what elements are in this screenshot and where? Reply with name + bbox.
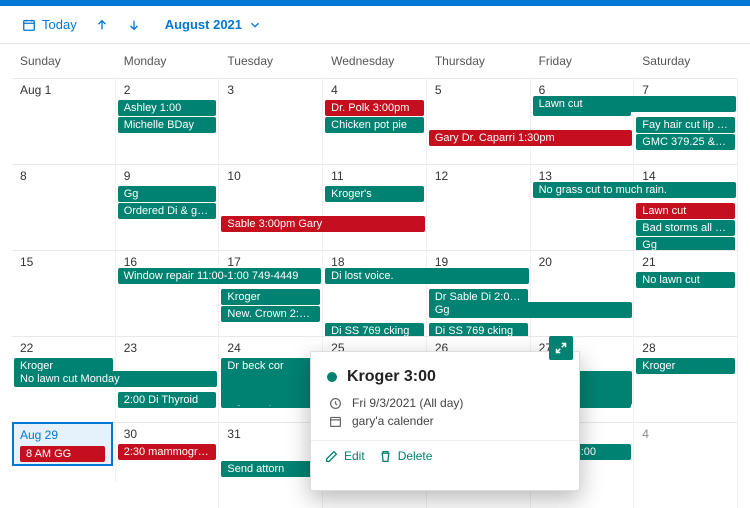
day-cell[interactable]: 20 <box>531 250 635 336</box>
today-label: Today <box>42 17 77 32</box>
day-cell[interactable]: 30 2:30 mammogram Di <box>116 422 220 508</box>
event-span[interactable]: Gary Dr. Caparri 1:30pm <box>429 130 632 146</box>
today-button[interactable]: Today <box>16 13 83 36</box>
day-headers: Sunday Monday Tuesday Wednesday Thursday… <box>12 44 738 78</box>
day-cell[interactable]: 13 <box>531 164 635 250</box>
popup-title: Kroger 3:00 <box>347 368 436 386</box>
event-span[interactable]: Di lost voice. <box>325 268 528 284</box>
delete-button[interactable]: Delete <box>379 449 433 463</box>
day-cell[interactable]: 7 Fay hair cut lip waxing GMC 379.25 & V… <box>634 78 738 164</box>
day-cell[interactable]: 12 <box>427 164 531 250</box>
event[interactable]: New. Crown 2:00 Amen <box>221 306 320 322</box>
event[interactable]: Di SS 769 cking <box>429 323 528 336</box>
day-header: Saturday <box>634 44 738 78</box>
event[interactable]: Ordered Di & gar frames <box>118 203 217 219</box>
event-span[interactable]: Sable 3:00pm Gary <box>221 216 424 232</box>
popup-calendar: gary'a calender <box>352 414 434 428</box>
arrow-down-icon <box>127 18 141 32</box>
chevron-down-icon <box>248 18 262 32</box>
event[interactable]: Kroger's <box>325 186 424 202</box>
day-cell[interactable]: 31 Send attorn <box>219 422 323 508</box>
event[interactable]: Gg <box>118 186 217 202</box>
event[interactable]: Kroger <box>636 358 735 374</box>
day-header: Wednesday <box>323 44 427 78</box>
pencil-icon <box>325 450 338 463</box>
event[interactable]: No lawn cut <box>636 272 735 288</box>
day-cell[interactable]: 4 Dr. Polk 3:00pm Chicken pot pie <box>323 78 427 164</box>
selected-day[interactable]: Aug 29 8 AM GG <box>12 422 113 466</box>
month-label: August 2021 <box>165 17 242 32</box>
day-cell[interactable]: 19 Dr Sable Di 2:00 FT Di SS 769 cking <box>427 250 531 336</box>
month-picker[interactable]: August 2021 <box>159 13 268 36</box>
event[interactable]: GMC 379.25 & Verizon <box>636 134 735 150</box>
edit-button[interactable]: Edit <box>325 449 365 463</box>
day-cell[interactable]: 2 Ashley 1:00 Michelle BDay <box>116 78 220 164</box>
event[interactable]: Michelle BDay <box>118 117 217 133</box>
event[interactable]: Fay hair cut lip waxing <box>636 117 735 133</box>
event-span[interactable]: No grass cut to much rain. <box>533 182 736 198</box>
event[interactable]: Kroger <box>221 289 320 305</box>
expand-button[interactable] <box>549 336 573 360</box>
clock-icon <box>329 397 342 410</box>
day-cell[interactable]: 15 <box>12 250 116 336</box>
prev-button[interactable] <box>89 14 115 36</box>
event[interactable]: 2:30 mammogram Di <box>118 444 217 460</box>
event-span[interactable]: Lawn cut <box>533 96 736 112</box>
event[interactable]: Send attorn <box>221 461 320 477</box>
day-header: Sunday <box>12 44 116 78</box>
next-button[interactable] <box>121 14 147 36</box>
day-header: Friday <box>531 44 635 78</box>
day-cell[interactable]: 9 Gg Ordered Di & gar frames <box>116 164 220 250</box>
day-cell[interactable]: 5 … <box>427 78 531 164</box>
day-cell[interactable]: 4 <box>634 422 738 508</box>
event[interactable]: Bad storms all summer <box>636 220 735 236</box>
day-cell[interactable]: 6 Lawn cut <box>531 78 635 164</box>
day-cell[interactable]: Aug 1 <box>12 78 116 164</box>
event-span[interactable]: Window repair 11:00-1:00 749-4449 <box>118 268 321 284</box>
event[interactable]: Lawn cut <box>636 203 735 219</box>
event-span[interactable]: Gg <box>429 302 632 318</box>
event-span[interactable]: No lawn cut Monday <box>14 371 217 387</box>
day-cell[interactable]: 14 Lawn cut Bad storms all summer Gg <box>634 164 738 250</box>
arrow-up-icon <box>95 18 109 32</box>
event[interactable]: Gg <box>636 237 735 250</box>
event[interactable]: Di SS 769 cking <box>325 323 424 336</box>
event[interactable]: Chicken pot pie <box>325 117 424 133</box>
day-cell[interactable]: 16 <box>116 250 220 336</box>
day-cell[interactable]: 11 Kroger's <box>323 164 427 250</box>
day-header: Monday <box>116 44 220 78</box>
day-cell[interactable]: 21 No lawn cut <box>634 250 738 336</box>
event[interactable]: 8 AM GG <box>20 446 105 462</box>
popup-when: Fri 9/3/2021 (All day) <box>352 396 463 410</box>
color-dot <box>327 372 337 382</box>
event[interactable]: 2:00 Di Thyroid <box>118 392 217 408</box>
day-cell[interactable]: 28 Kroger <box>634 336 738 422</box>
expand-icon <box>555 342 567 354</box>
event[interactable]: Ashley 1:00 <box>118 100 217 116</box>
trash-icon <box>379 450 392 463</box>
calendar-icon <box>22 18 36 32</box>
day-cell[interactable]: 8 <box>12 164 116 250</box>
event-popup: Kroger 3:00 Fri 9/3/2021 (All day) gary'… <box>310 351 580 491</box>
day-cell[interactable]: 10 … <box>219 164 323 250</box>
day-header: Tuesday <box>219 44 323 78</box>
day-cell[interactable]: 3 <box>219 78 323 164</box>
selected-day-label: Aug 29 <box>20 428 105 442</box>
event[interactable]: Dr. Polk 3:00pm <box>325 100 424 116</box>
day-cell[interactable]: 18 Di SS 769 cking <box>323 250 427 336</box>
day-header: Thursday <box>427 44 531 78</box>
day-cell[interactable]: 17 Kroger New. Crown 2:00 Amen <box>219 250 323 336</box>
calendar-icon <box>329 415 342 428</box>
toolbar: Today August 2021 <box>0 6 750 44</box>
